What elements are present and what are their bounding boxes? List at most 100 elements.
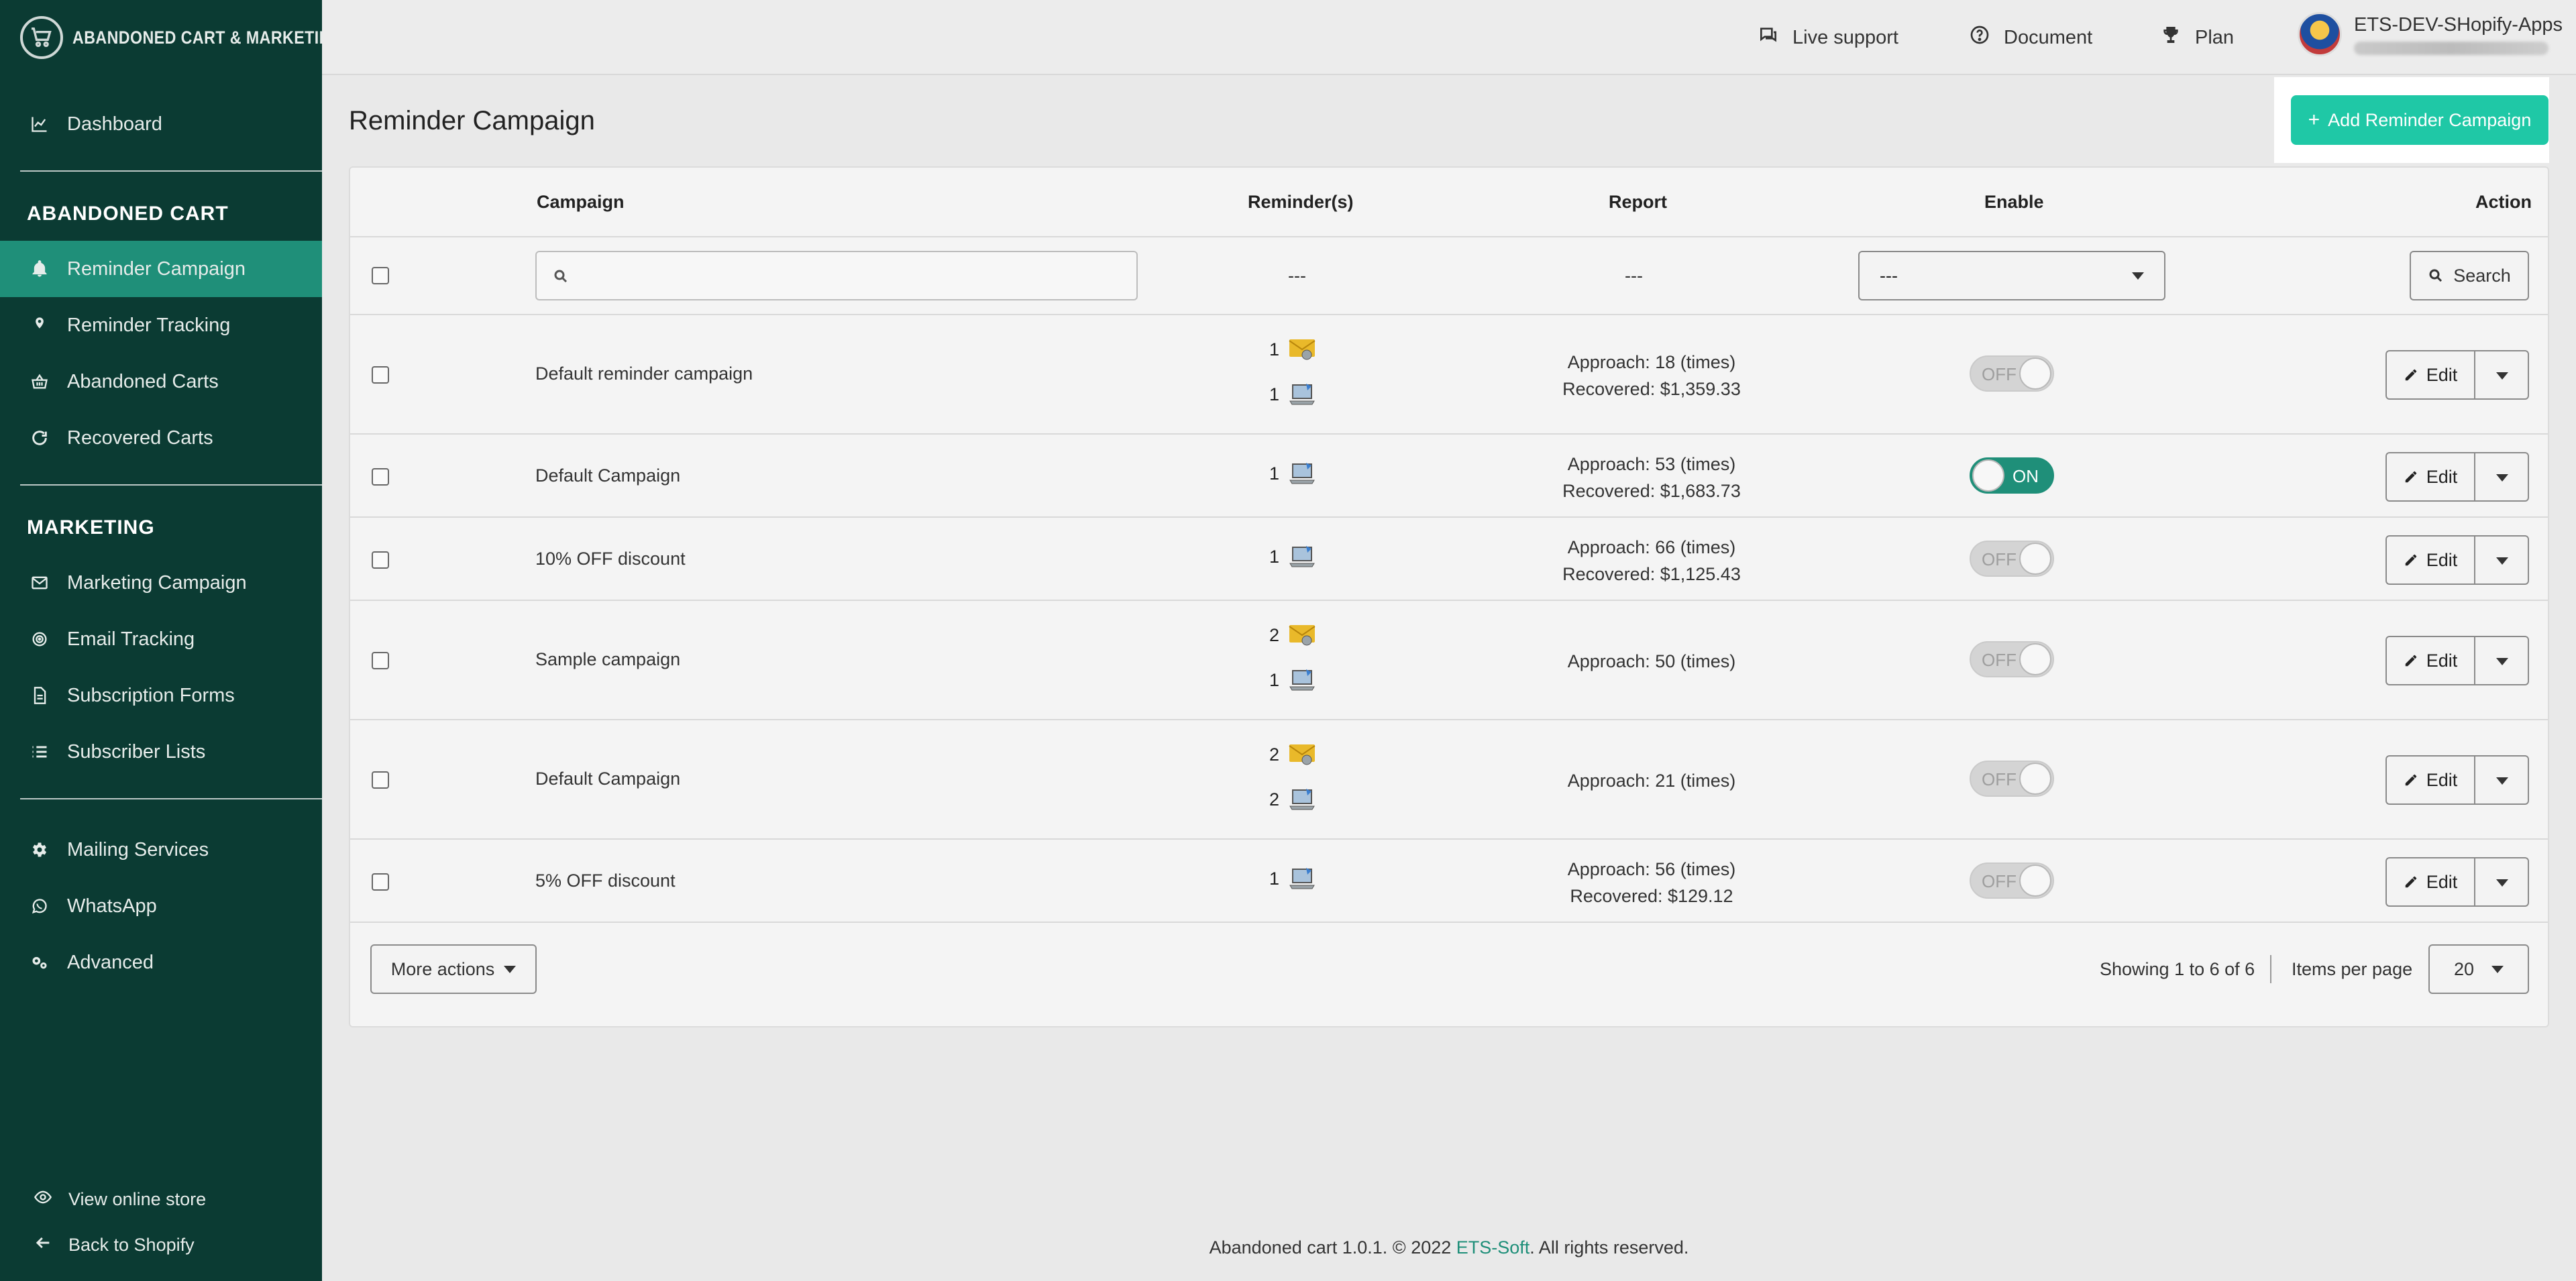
popup-reminder: 1 (1269, 867, 1316, 891)
view-online-store-link[interactable]: View online store (0, 1179, 322, 1219)
sidebar-item-advanced[interactable]: Advanced (0, 934, 322, 991)
row-actions: Edit (2385, 535, 2529, 585)
row-checkbox[interactable] (372, 366, 389, 384)
laptop-popup-icon (1289, 384, 1315, 405)
sidebar-item-marketing-campaign[interactable]: Marketing Campaign (0, 555, 322, 611)
user-menu[interactable]: ETS-DEV-SHopify-Apps (2298, 12, 2563, 56)
plus-icon: + (2308, 109, 2320, 131)
popup-reminder: 1 (1269, 382, 1316, 406)
report-cell: Approach: 66 (times) Recovered: $1,125.43 (1562, 537, 1741, 584)
column-reminders: Reminder(s) (1248, 192, 1354, 212)
edit-button[interactable]: Edit (2385, 857, 2475, 907)
sidebar-item-email-tracking[interactable]: Email Tracking (0, 611, 322, 667)
basket-icon (30, 372, 50, 392)
edit-button[interactable]: Edit (2385, 535, 2475, 585)
enable-toggle[interactable]: OFF (1970, 641, 2054, 677)
add-reminder-campaign-button[interactable]: + Add Reminder Campaign (2291, 95, 2548, 145)
caret-down-icon (2496, 777, 2508, 785)
column-enable: Enable (1984, 192, 2044, 212)
enable-toggle[interactable]: OFF (1970, 761, 2054, 797)
email-reminder: 2 (1269, 743, 1316, 766)
trophy-icon (2160, 24, 2182, 51)
reminders-filter-placeholder: --- (1288, 266, 1306, 286)
caret-down-icon (2496, 658, 2508, 665)
row-checkbox[interactable] (372, 873, 389, 891)
sidebar-item-reminder-campaign[interactable]: Reminder Campaign (0, 241, 322, 297)
row-actions-dropdown[interactable] (2474, 452, 2529, 502)
search-button[interactable]: Search (2410, 251, 2529, 300)
refresh-icon (30, 428, 50, 448)
items-per-page-select[interactable]: 20 (2428, 944, 2529, 994)
row-actions: Edit (2385, 350, 2529, 400)
live-support-link[interactable]: Live support (1758, 0, 1898, 75)
enable-toggle[interactable]: OFF (1970, 355, 2054, 392)
row-actions-dropdown[interactable] (2474, 636, 2529, 685)
caret-down-icon (2496, 372, 2508, 380)
envelope-icon (30, 573, 50, 593)
plan-link[interactable]: Plan (2160, 0, 2234, 75)
pencil-icon (2405, 655, 2416, 667)
email-reminder: 2 (1269, 624, 1316, 647)
row-actions-dropdown[interactable] (2474, 350, 2529, 400)
footer: Abandoned cart 1.0.1. © 2022 ETS-Soft. A… (1209, 1237, 1689, 1258)
bell-icon (30, 259, 50, 279)
laptop-popup-icon (1289, 463, 1315, 484)
column-action: Action (2475, 192, 2532, 212)
enable-filter-select[interactable]: --- (1858, 251, 2165, 300)
back-to-shopify-link[interactable]: Back to Shopify (0, 1225, 322, 1265)
divider (20, 484, 322, 486)
sidebar-item-recovered-carts[interactable]: Recovered Carts (0, 410, 322, 466)
ets-soft-link[interactable]: ETS-Soft (1456, 1237, 1530, 1258)
row-actions-dropdown[interactable] (2474, 535, 2529, 585)
arrow-left-icon (34, 1233, 52, 1257)
sidebar-item-subscription-forms[interactable]: Subscription Forms (0, 667, 322, 724)
row-checkbox[interactable] (372, 551, 389, 569)
enable-toggle[interactable]: OFF (1970, 862, 2054, 899)
sidebar-item-label: Recovered Carts (67, 427, 213, 449)
row-actions-dropdown[interactable] (2474, 755, 2529, 805)
more-actions-button[interactable]: More actions (370, 944, 537, 994)
caret-down-icon (2491, 965, 2504, 973)
caret-down-icon (504, 965, 517, 973)
select-all-checkbox[interactable] (372, 267, 389, 284)
popup-reminder: 1 (1269, 545, 1316, 569)
campaign-search-input[interactable] (535, 251, 1138, 300)
campaign-name: 5% OFF discount (535, 871, 676, 891)
row-actions: Edit (2385, 452, 2529, 502)
document-link[interactable]: Document (1969, 0, 2092, 75)
row-actions: Edit (2385, 755, 2529, 805)
report-cell: Approach: 21 (times) (1567, 771, 1736, 791)
column-report: Report (1609, 192, 1667, 212)
pencil-icon (2405, 554, 2416, 566)
list-icon (30, 742, 50, 762)
sidebar-item-label: Dashboard (67, 113, 162, 135)
email-envelope-icon (1289, 744, 1316, 765)
edit-button[interactable]: Edit (2385, 636, 2475, 685)
sidebar-item-label: Reminder Tracking (67, 314, 231, 336)
eye-icon (34, 1188, 52, 1211)
enable-toggle[interactable]: ON (1970, 457, 2054, 494)
enable-toggle[interactable]: OFF (1970, 541, 2054, 577)
email-envelope-icon (1289, 339, 1316, 360)
sidebar-item-abandoned-carts[interactable]: Abandoned Carts (0, 353, 322, 410)
email-envelope-icon (1289, 625, 1316, 646)
gear-icon (30, 840, 50, 860)
sidebar-item-label: Mailing Services (67, 838, 209, 860)
pencil-icon (2405, 369, 2416, 381)
report-cell: Approach: 18 (times) Recovered: $1,359.33 (1562, 352, 1741, 399)
search-icon (554, 270, 568, 283)
row-actions-dropdown[interactable] (2474, 857, 2529, 907)
row-checkbox[interactable] (372, 652, 389, 669)
sidebar-item-dashboard[interactable]: Dashboard (0, 96, 322, 152)
edit-button[interactable]: Edit (2385, 755, 2475, 805)
row-checkbox[interactable] (372, 468, 389, 486)
edit-button[interactable]: Edit (2385, 350, 2475, 400)
sidebar-item-subscriber-lists[interactable]: Subscriber Lists (0, 724, 322, 780)
popup-reminder: 2 (1269, 787, 1316, 812)
sidebar-item-whatsapp[interactable]: WhatsApp (0, 878, 322, 934)
sidebar-item-label: Marketing Campaign (67, 571, 247, 594)
row-checkbox[interactable] (372, 771, 389, 789)
edit-button[interactable]: Edit (2385, 452, 2475, 502)
sidebar-item-reminder-tracking[interactable]: Reminder Tracking (0, 297, 322, 353)
sidebar-item-mailing-services[interactable]: Mailing Services (0, 822, 322, 878)
